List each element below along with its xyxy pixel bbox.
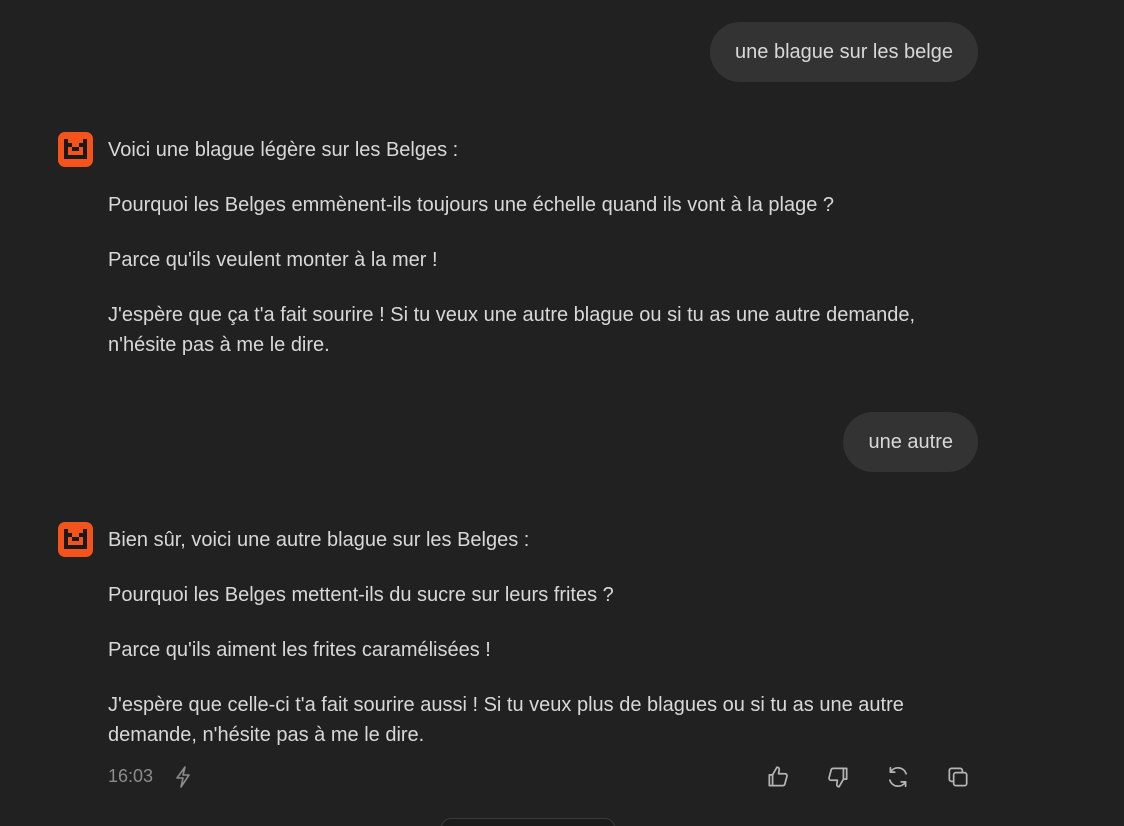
thumbs-down-icon[interactable] [825,764,851,790]
user-message-text: une autre [868,431,953,453]
assistant-paragraph: J'espère que ça t'a fait sourire ! Si tu… [108,304,916,356]
assistant-paragraph: Pourquoi les Belges mettent-ils du sucre… [108,584,614,606]
user-message-bubble: une blague sur les belge [710,22,978,82]
lightning-bolt-icon [174,766,192,793]
assistant-message: Voici une blague légère sur les Belges :… [58,132,978,360]
message-footer: 16:03 [108,762,978,792]
assistant-message: Bien sûr, voici une autre blague sur les… [58,522,978,750]
mistral-logo-icon [58,522,93,557]
copy-icon[interactable] [945,764,971,790]
user-message-text: une blague sur les belge [735,41,953,63]
assistant-paragraph: Parce qu'ils veulent monter à la mer ! [108,249,438,271]
assistant-paragraph: Bien sûr, voici une autre blague sur les… [108,529,530,551]
thumbs-up-icon[interactable] [765,764,791,790]
assistant-paragraph: Voici une blague légère sur les Belges : [108,139,459,161]
user-message-bubble: une autre [843,412,978,472]
assistant-paragraph: Pourquoi les Belges emmènent-ils toujour… [108,194,835,216]
message-timestamp: 16:03 [108,766,154,786]
mistral-logo-icon [58,132,93,167]
assistant-paragraph: J'espère que celle-ci t'a fait sourire a… [108,694,904,746]
assistant-paragraph: Parce qu'ils aiment les frites caramélis… [108,639,491,661]
chat-thread: une blague sur les belge Voici une blagu… [0,0,1124,826]
scroll-to-bottom-button[interactable] [441,818,615,826]
refresh-icon[interactable] [885,764,911,790]
